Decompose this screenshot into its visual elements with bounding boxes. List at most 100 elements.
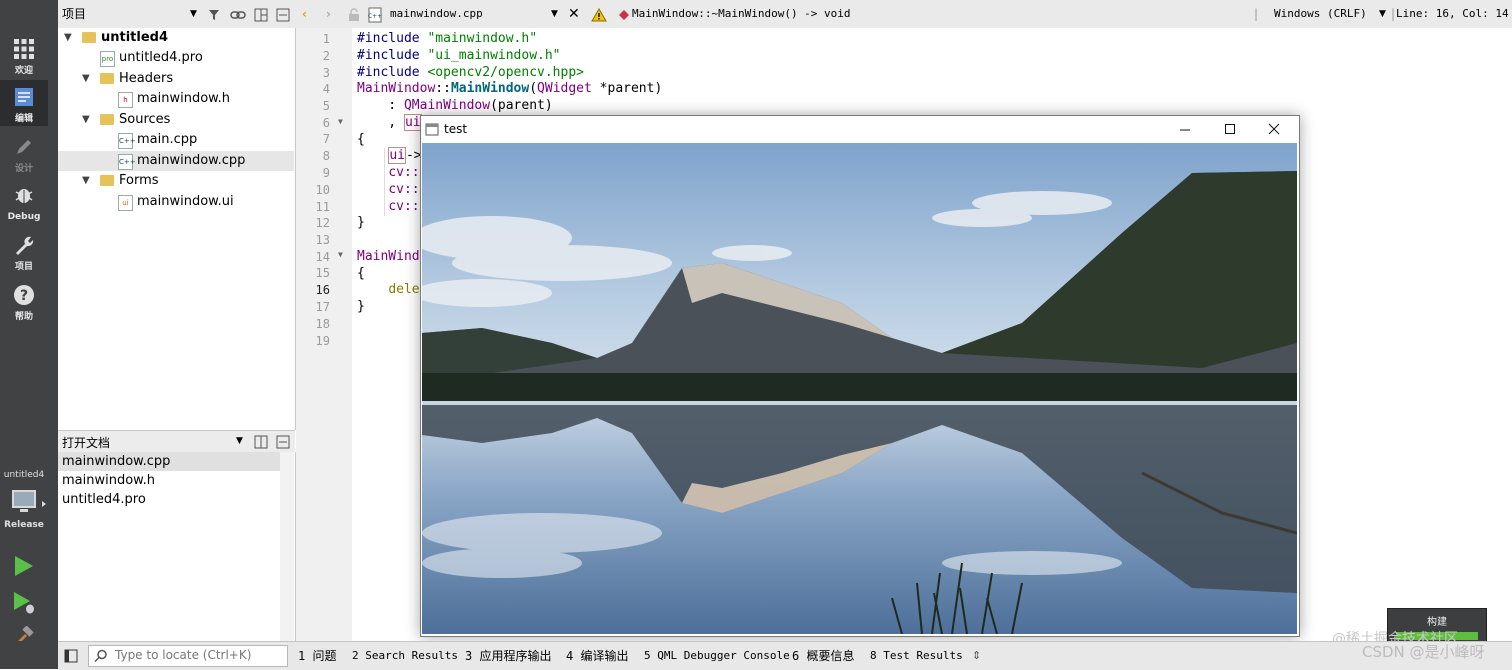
open-documents-list: mainwindow.cpp mainwindow.h untitled4.pr… <box>58 452 296 641</box>
folder-icon <box>100 73 114 84</box>
tree-item-forms[interactable]: ▼ Forms <box>58 171 294 191</box>
back-arrow-icon[interactable]: ‹ <box>302 0 307 28</box>
line-number: 18 <box>315 317 330 331</box>
current-symbol[interactable]: MainWindow::~MainWindow() -> void <box>632 0 851 28</box>
tree-item-ui-file[interactable]: ui mainwindow.ui <box>58 192 294 212</box>
code-line: dele <box>388 282 420 297</box>
tree-label: mainwindow.cpp <box>137 153 246 168</box>
mode-debug[interactable]: Debug <box>0 178 48 224</box>
code-line: MainWind <box>357 249 420 264</box>
fold-marker-icon[interactable]: ▼ <box>338 250 343 259</box>
open-doc-item[interactable]: mainwindow.cpp <box>58 452 282 471</box>
code-line: cv:: <box>388 182 420 197</box>
line-number: 13 <box>315 233 330 247</box>
watermark-line-2: CSDN @是小峰呀 <box>1362 643 1485 661</box>
output-tab-application-output[interactable]: 3 应用程序输出 <box>465 642 551 670</box>
grid-icon <box>14 39 34 59</box>
line-number: 6 <box>322 116 330 130</box>
code-line: #include "mainwindow.h" <box>357 31 538 46</box>
build-popup-label: 构建 <box>1427 617 1447 628</box>
collapse-arrow-icon[interactable]: ▼ <box>64 33 74 43</box>
close-panel-icon[interactable] <box>276 0 290 28</box>
open-doc-item[interactable]: mainwindow.h <box>58 471 282 490</box>
lock-icon[interactable] <box>348 0 360 28</box>
tree-item-mainwindow-cpp[interactable]: C++ mainwindow.cpp <box>58 151 294 171</box>
close-file-icon[interactable]: ✕ <box>568 0 580 28</box>
maximize-icon[interactable] <box>1224 123 1236 135</box>
file-dropdown-arrow-icon[interactable]: ▼ <box>551 0 558 28</box>
tree-item-header-file[interactable]: h mainwindow.h <box>58 89 294 109</box>
mode-label: 欢迎 <box>14 66 33 76</box>
line-ending-selector[interactable]: Windows (CRLF) <box>1274 0 1367 28</box>
tree-label: mainwindow.ui <box>137 194 234 209</box>
bug-icon <box>15 189 33 203</box>
collapse-arrow-icon[interactable]: ▼ <box>82 176 92 186</box>
window-app-icon <box>425 123 439 136</box>
output-tab-compile-output[interactable]: 4 编译输出 <box>566 642 628 670</box>
link-icon[interactable] <box>230 0 246 28</box>
current-file-name[interactable]: mainwindow.cpp <box>390 0 483 28</box>
warning-icon[interactable] <box>591 0 607 28</box>
vertical-scrollbar[interactable] <box>280 452 294 641</box>
line-number: 14 <box>315 250 330 264</box>
open-doc-item[interactable]: untitled4.pro <box>58 490 282 509</box>
mode-projects[interactable]: 项目 <box>0 228 48 274</box>
minimize-icon[interactable] <box>1179 124 1191 136</box>
code-line: , ui <box>357 114 422 131</box>
locator-input[interactable]: Type to locate (Ctrl+K) <box>88 645 288 667</box>
mode-welcome[interactable]: 欢迎 <box>0 32 48 78</box>
window-title-bar[interactable]: test <box>421 116 1299 143</box>
forward-arrow-icon[interactable]: › <box>326 0 331 28</box>
tree-item-sources[interactable]: ▼ Sources <box>58 110 294 130</box>
folder-icon <box>100 114 114 125</box>
image-window[interactable]: test <box>420 115 1300 637</box>
output-tab-search-results[interactable]: 2 Search Results <box>352 642 458 670</box>
top-toolbar: 项目 ▼ ‹ › C++ mainwindow.cpp ▼ ✕ MainWind… <box>58 0 1512 29</box>
open-documents-header: 打开文档 ▼ <box>58 430 295 454</box>
mode-design[interactable]: 设计 <box>0 130 48 176</box>
collapse-arrow-icon[interactable]: ▼ <box>82 74 92 84</box>
folder-icon <box>100 175 114 186</box>
code-line: MainWindow::MainWindow(QWidget *parent) <box>357 81 663 96</box>
displayed-photo <box>422 143 1297 634</box>
toggle-sidebar-icon[interactable] <box>64 649 78 666</box>
collapse-arrow-icon[interactable]: ▼ <box>82 115 92 125</box>
debug-run-button[interactable] <box>12 590 36 614</box>
mode-help[interactable]: ? 帮助 <box>0 278 48 324</box>
monitor-icon <box>12 490 46 512</box>
encoding-dropdown-arrow-icon[interactable]: ▼ <box>1379 0 1386 28</box>
tree-item-pro-file[interactable]: pro untitled4.pro <box>58 48 294 68</box>
tree-item-main-cpp[interactable]: C++ main.cpp <box>58 130 294 150</box>
close-icon[interactable] <box>1268 123 1280 135</box>
tree-item-project-root[interactable]: ▼ untitled4 <box>58 28 294 48</box>
more-tabs-arrows-icon[interactable]: ⇕ <box>972 642 981 670</box>
code-line: } <box>357 299 365 314</box>
output-tab-general-messages[interactable]: 6 概要信息 <box>792 642 854 670</box>
mode-edit[interactable]: 编辑 <box>0 80 48 126</box>
cpp-file-icon: C++ <box>118 133 136 149</box>
play-icon <box>15 556 33 576</box>
kit-selector[interactable] <box>8 488 48 520</box>
output-tab-issues[interactable]: 1 问题 <box>298 642 336 670</box>
search-icon <box>94 649 107 663</box>
panel-dropdown-arrow-icon[interactable]: ▼ <box>190 0 197 28</box>
ui-file-icon: ui <box>118 195 133 211</box>
split-icon[interactable] <box>254 435 268 452</box>
toolbar-separator: | <box>1254 7 1259 21</box>
close-panel-icon[interactable] <box>276 435 290 452</box>
mode-label: Debug <box>7 212 41 222</box>
fold-marker-icon[interactable]: ▼ <box>338 117 343 126</box>
code-line: #include "ui_mainwindow.h" <box>357 48 561 63</box>
output-tab-test-results[interactable]: 8 Test Results <box>870 642 963 670</box>
run-button[interactable] <box>12 554 36 578</box>
split-icon[interactable] <box>254 0 268 28</box>
cursor-position[interactable]: Line: 16, Col: 14 <box>1396 0 1509 28</box>
dropdown-arrow-icon[interactable]: ▼ <box>236 436 243 446</box>
line-number: 8 <box>322 149 330 163</box>
line-number: 5 <box>322 99 330 113</box>
filter-icon[interactable] <box>208 0 222 28</box>
tree-item-headers[interactable]: ▼ Headers <box>58 69 294 89</box>
output-tab-qml-debugger[interactable]: 5 QML Debugger Console <box>644 642 790 670</box>
mode-label: 设计 <box>14 164 33 174</box>
code-line: #include <opencv2/opencv.hpp> <box>357 65 584 80</box>
